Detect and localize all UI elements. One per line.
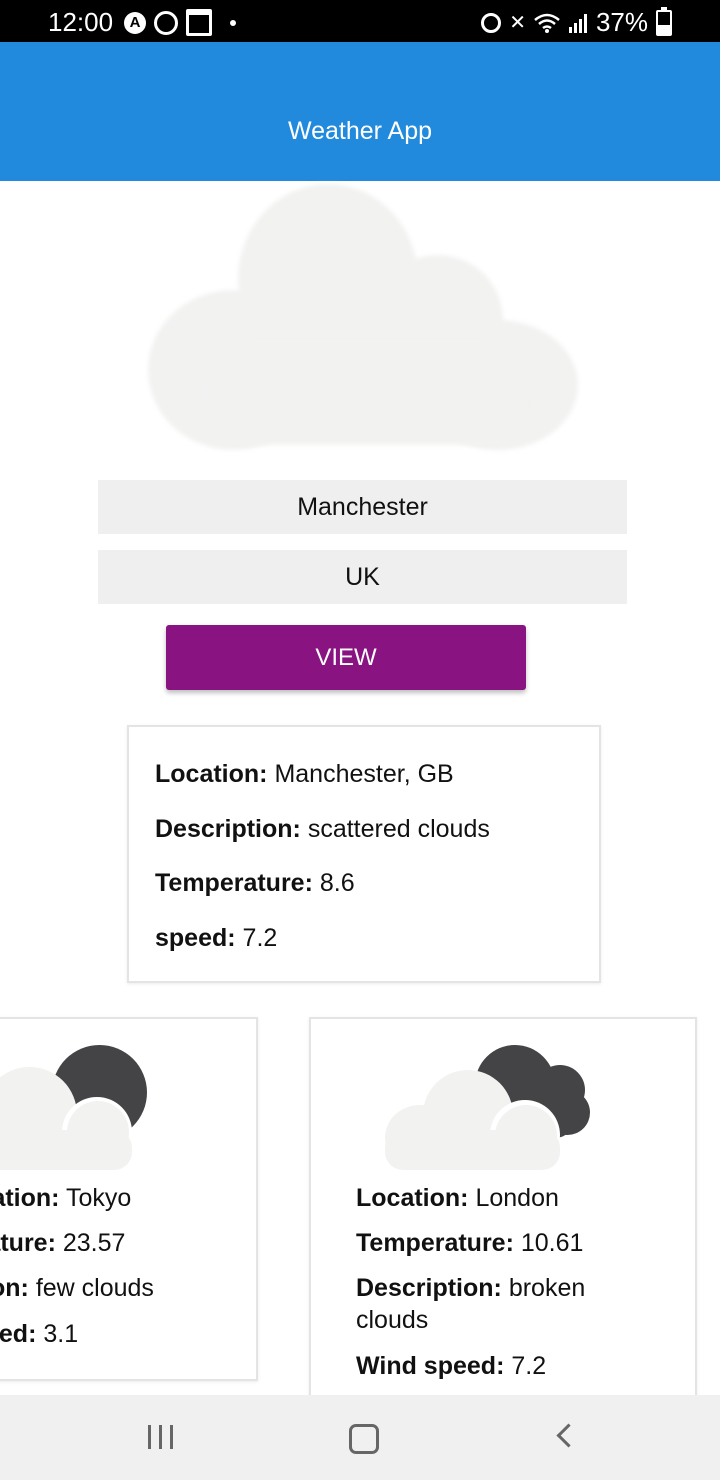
back-icon[interactable] [556, 1423, 581, 1448]
temperature-value: 10.61 [520, 1229, 584, 1257]
signal-icon [568, 13, 587, 33]
battery-icon [656, 6, 672, 36]
result-description: Description: scattered clouds [155, 815, 490, 844]
london-description: Description: broken [356, 1274, 585, 1303]
tokyo-description: Description: few clouds [0, 1274, 154, 1303]
status-notification-icons: A [124, 9, 236, 36]
temperature-label: Temperature: [356, 1229, 514, 1257]
london-temperature: Temperature: 10.61 [356, 1229, 583, 1258]
description-value: scattered clouds [307, 815, 490, 843]
temperature-label: Temperature: [0, 1229, 56, 1257]
city-card-tokyo[interactable]: Location: Tokyo Temperature: 23.57 Descr… [0, 1017, 258, 1381]
temperature-label: Temperature: [155, 869, 313, 897]
speed-value: 7.2 [242, 924, 278, 952]
app-notification-icon: A [124, 11, 146, 34]
alarm-icon [481, 12, 502, 33]
app-title: Weather App [287, 117, 433, 145]
location-label: Location: [0, 1184, 60, 1212]
wind-label: Wind speed: [0, 1320, 37, 1348]
description-value-cont: clouds [356, 1306, 429, 1334]
city-card-london[interactable]: Location: London Temperature: 10.61 Desc… [309, 1017, 697, 1441]
battery-percent: 37% [595, 7, 648, 37]
current-weather-card: Location: Manchester, GB Description: sc… [127, 725, 601, 983]
temperature-value: 8.6 [319, 869, 355, 897]
wind-value: 7.2 [511, 1352, 547, 1380]
wifi-icon [534, 13, 560, 33]
status-system-icons: ✕ 37% [481, 6, 672, 38]
london-description-cont: clouds [356, 1306, 428, 1335]
cloud-with-dark-cloud-icon [385, 1045, 595, 1170]
description-label: Description: [356, 1274, 502, 1302]
location-value: Tokyo [66, 1184, 132, 1212]
whatsapp-icon [154, 10, 178, 35]
location-label: Location: [356, 1184, 469, 1212]
calendar-icon [186, 9, 212, 36]
speed-label: speed: [155, 924, 236, 952]
cloud-icon [148, 180, 580, 450]
result-speed: speed: 7.2 [155, 924, 277, 953]
recent-apps-icon[interactable] [148, 1425, 173, 1449]
london-wind: Wind speed: 7.2 [356, 1352, 546, 1381]
tokyo-temperature: Temperature: 23.57 [0, 1229, 125, 1258]
tokyo-wind: Wind speed: 3.1 [0, 1320, 78, 1349]
more-notifications-icon [230, 19, 236, 26]
tokyo-location: Location: Tokyo [0, 1184, 131, 1213]
battery-fill [658, 25, 670, 34]
description-value: few clouds [35, 1274, 154, 1302]
result-temperature: Temperature: 8.6 [155, 869, 355, 898]
status-bar: 12:00 A ✕ 37% [0, 0, 720, 42]
wind-label: Wind speed: [356, 1352, 505, 1380]
app-bar: Weather App [0, 42, 720, 181]
city-input[interactable] [98, 480, 627, 534]
description-value: broken [508, 1274, 586, 1302]
location-value: London [475, 1184, 559, 1212]
cloud-with-moon-icon [0, 1045, 152, 1170]
temperature-value: 23.57 [62, 1229, 126, 1257]
description-label: Description: [155, 815, 301, 843]
result-location: Location: Manchester, GB [155, 760, 454, 789]
description-label: Description: [0, 1274, 29, 1302]
system-nav-bar [0, 1395, 720, 1480]
wind-value: 3.1 [43, 1320, 79, 1348]
country-input[interactable] [98, 550, 627, 604]
location-label: Location: [155, 760, 268, 788]
view-button[interactable]: VIEW [166, 625, 526, 690]
home-icon[interactable] [349, 1424, 379, 1454]
location-value: Manchester, GB [274, 760, 454, 788]
status-time: 12:00 [48, 7, 114, 37]
mute-icon: ✕ [509, 12, 526, 34]
london-location: Location: London [356, 1184, 559, 1213]
